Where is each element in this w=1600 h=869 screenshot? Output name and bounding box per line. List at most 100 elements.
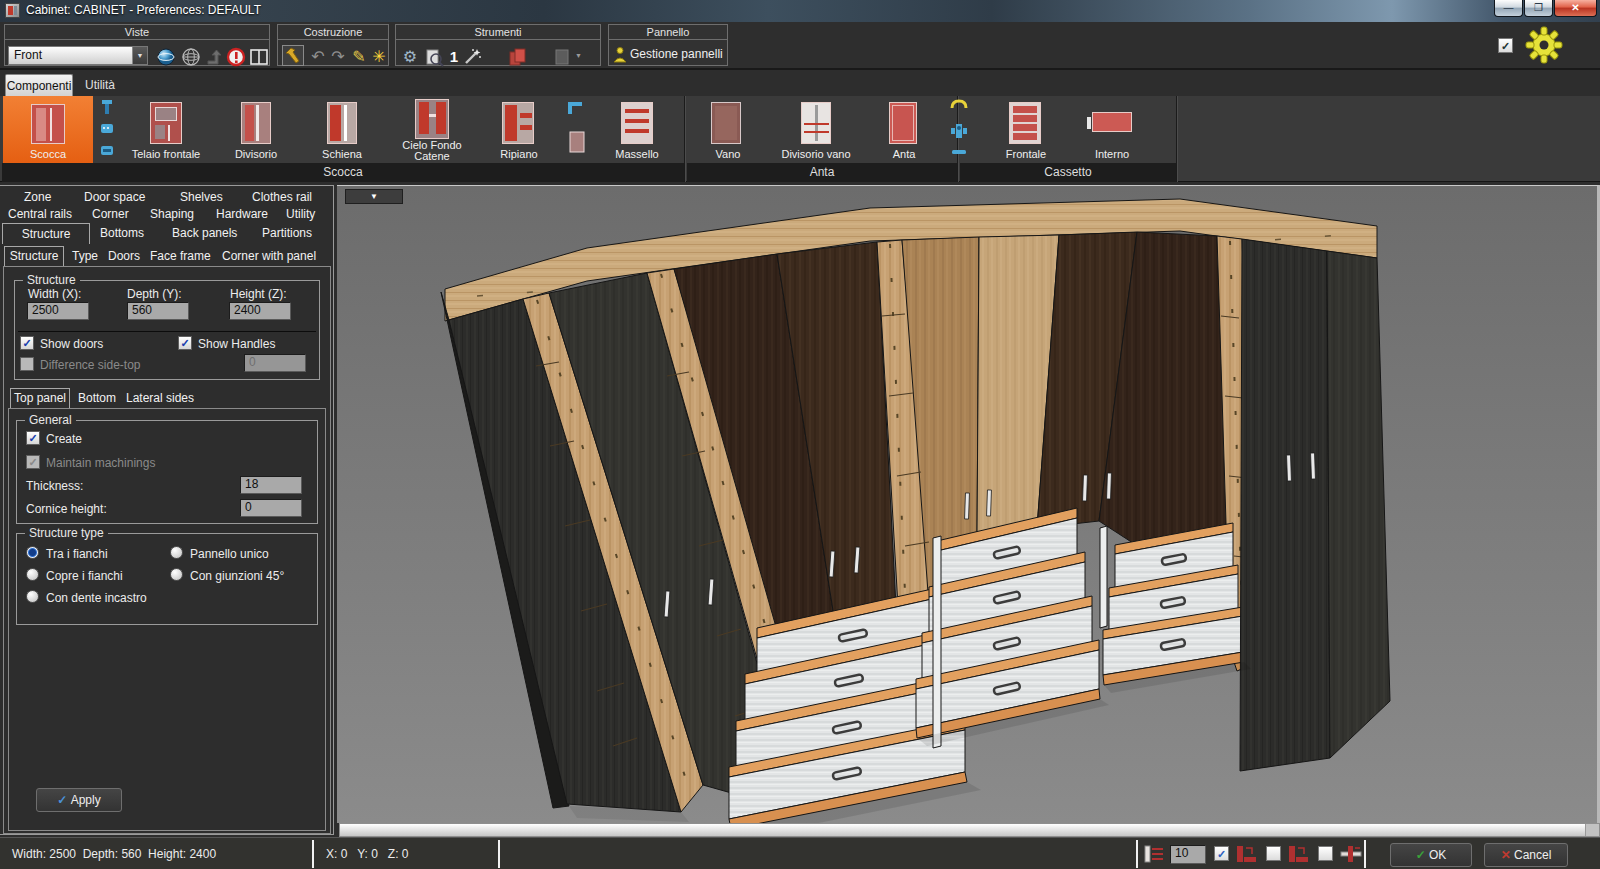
component-schiena-button[interactable]: Schiena [300, 96, 384, 163]
apply-button[interactable]: ✓ Apply [36, 788, 122, 812]
create-label: Create [46, 432, 82, 446]
count-one-label[interactable]: 1 [444, 47, 464, 67]
tab-bottom[interactable]: Bottom [78, 391, 116, 405]
wireframe-view-icon[interactable] [181, 47, 201, 67]
sidebar-tab-row-1: Zone Door space Shelves Clothes rail [0, 190, 332, 207]
radio-copre-i-fianchi-label: Copre i fianchi [46, 569, 123, 583]
subtab-row: Structure Type Doors Face frame Corner w… [0, 249, 332, 266]
3d-viewport[interactable]: ▼ [337, 185, 1600, 823]
view-dropdown-value: Front [14, 48, 42, 62]
sidebar-tab-central-rails[interactable]: Central rails [8, 207, 72, 221]
cancel-button[interactable]: ✕ Cancel [1484, 843, 1568, 867]
cornice-height-field[interactable]: 0 [240, 499, 302, 517]
radio-con-giunzioni[interactable] [170, 568, 183, 581]
small-panel-icon [570, 132, 584, 152]
status-coordinates: X: 0 Y: 0 Z: 0 [326, 847, 409, 861]
undo-icon[interactable]: ↶ [308, 47, 328, 67]
small-tool-icon-column [96, 96, 118, 163]
alert-icon[interactable] [226, 47, 246, 67]
panel-gray-dropdown-icon[interactable]: ▼ [575, 52, 582, 59]
magic-wand-icon[interactable] [462, 47, 482, 67]
sidebar-tab-shaping[interactable]: Shaping [150, 207, 194, 221]
depth-field[interactable]: 560 [127, 302, 189, 320]
settings-gears-icon[interactable]: ⚙ [400, 47, 420, 67]
sidebar-tab-partitions[interactable]: Partitions [262, 226, 312, 240]
radio-pannello-unico[interactable] [170, 546, 183, 559]
status-checkbox-2[interactable] [1266, 846, 1281, 861]
close-button[interactable]: ✕ [1554, 0, 1597, 17]
sidebar-tab-structure[interactable]: Structure [2, 223, 90, 244]
panel-section-icon [1340, 845, 1362, 866]
sidebar-tab-zone[interactable]: Zone [24, 190, 51, 204]
split-view-icon[interactable] [249, 47, 269, 67]
sidebar-tab-utility[interactable]: Utility [286, 207, 315, 221]
component-telaio-frontale-button[interactable]: Telaio frontale [120, 96, 212, 163]
sidebar-tab-back-panels[interactable]: Back panels [172, 226, 237, 240]
tab-top-panel[interactable]: Top panel [10, 388, 70, 408]
scrollbar-end-cap[interactable] [1585, 824, 1599, 836]
subtab-doors[interactable]: Doors [108, 249, 140, 263]
zoom-page-icon[interactable] [424, 47, 444, 67]
ribbon-group-label-cassetto: Cassetto [960, 163, 1176, 182]
view-dropdown[interactable]: Front ▼ [8, 46, 148, 65]
status-checkbox-3[interactable] [1318, 846, 1333, 861]
drawer-spacing-icon[interactable] [1144, 845, 1164, 866]
toolbar-checkbox[interactable]: ✓ [1498, 38, 1513, 53]
height-field[interactable]: 2400 [229, 302, 291, 320]
radio-con-dente-incastro[interactable] [26, 590, 39, 603]
show-handles-checkbox[interactable]: ✓ [178, 336, 192, 350]
subtab-type[interactable]: Type [72, 249, 98, 263]
sidebar-tab-hardware[interactable]: Hardware [216, 207, 268, 221]
subtab-corner-with-panel[interactable]: Corner with panel [222, 249, 316, 263]
shaded-view-icon[interactable] [156, 47, 176, 67]
show-doors-checkbox[interactable]: ✓ [20, 336, 34, 350]
component-ripiano-button[interactable]: Ripiano [480, 96, 558, 163]
sidebar-tab-door-space[interactable]: Door space [84, 190, 145, 204]
subtab-face-frame[interactable]: Face frame [150, 249, 211, 263]
render-star-icon[interactable]: ✳ [369, 47, 389, 67]
sidebar-tab-corner[interactable]: Corner [92, 207, 129, 221]
gestione-pannelli-button[interactable]: Gestione pannelli [612, 45, 724, 65]
status-separator [1364, 840, 1366, 868]
hinge-icon [951, 124, 967, 138]
component-divisorio-vano-button[interactable]: Divisorio vano [770, 96, 862, 163]
component-divisorio-button[interactable]: Divisorio [216, 96, 296, 163]
horizontal-scrollbar[interactable] [339, 823, 1600, 837]
component-anta-button[interactable]: Anta [866, 96, 942, 163]
component-cielo-fondo-catene-button[interactable]: Cielo Fondo Catene [387, 96, 477, 163]
maintain-machinings-checkbox[interactable]: ✓ [26, 455, 40, 469]
thickness-field[interactable]: 18 [240, 476, 302, 494]
component-vano-button[interactable]: Vano [690, 96, 766, 163]
settings-gear-icon[interactable] [1524, 25, 1564, 69]
minimize-button[interactable]: — [1494, 0, 1523, 17]
width-field[interactable]: 2500 [27, 302, 89, 320]
sidebar-tab-clothes-rail[interactable]: Clothes rail [252, 190, 312, 204]
status-checkbox-1[interactable]: ✓ [1214, 846, 1229, 861]
main-toolbar: Viste Front ▼ Costruzione ↶ ↷ ✎ ✳ Strume… [0, 22, 1600, 70]
component-massello-button[interactable]: Massello [596, 96, 678, 163]
tab-utilita[interactable]: Utilità [78, 74, 122, 96]
tab-lateral-sides[interactable]: Lateral sides [126, 391, 194, 405]
create-checkbox[interactable]: ✓ [26, 431, 40, 445]
restore-button[interactable]: ❐ [1524, 0, 1553, 17]
build-hammer-icon[interactable] [282, 45, 304, 66]
sidebar-tab-bottoms[interactable]: Bottoms [100, 226, 144, 240]
rotate-view-icon[interactable] [204, 47, 224, 67]
ok-button[interactable]: ✓ OK [1390, 843, 1472, 867]
component-scocca-button[interactable]: Scocca [3, 96, 93, 163]
subtab-structure[interactable]: Structure [4, 246, 64, 266]
edit-pencil-icon[interactable]: ✎ [349, 47, 369, 67]
cancel-label: Cancel [1514, 848, 1551, 862]
radio-copre-i-fianchi[interactable] [26, 568, 39, 581]
difference-side-top-checkbox[interactable] [20, 357, 34, 371]
component-frontale-button[interactable]: Frontale [990, 96, 1062, 163]
component-interno-button[interactable]: Interno [1066, 96, 1158, 163]
radio-tra-i-fianchi[interactable] [26, 546, 39, 559]
panels-red-icon[interactable] [508, 47, 528, 67]
tab-componenti[interactable]: Componenti [5, 74, 73, 96]
chevron-down-icon[interactable]: ▼ [132, 47, 147, 64]
redo-icon[interactable]: ↷ [328, 47, 348, 67]
spacing-field[interactable]: 10 [1170, 845, 1206, 864]
ribbon: Scocca Anta Cassetto Scocca Telaio front… [0, 96, 1600, 182]
sidebar-tab-shelves[interactable]: Shelves [180, 190, 223, 204]
